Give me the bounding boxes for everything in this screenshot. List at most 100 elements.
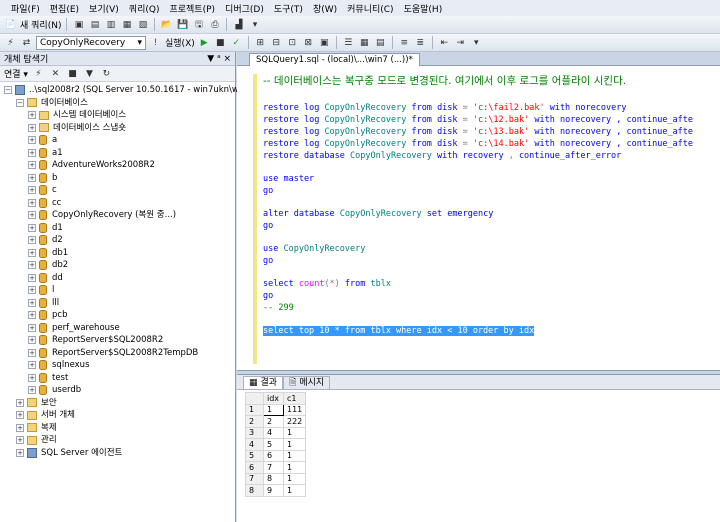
expand-icon[interactable]: + [28, 261, 36, 269]
collapse-icon[interactable]: − [16, 98, 24, 107]
expand-icon[interactable]: + [28, 198, 36, 207]
table-row[interactable]: 1 1 111 [245, 403, 307, 416]
database-select[interactable]: CopyOnlyRecovery ▾ [36, 35, 146, 50]
table-cell[interactable]: 2 [263, 415, 284, 428]
comment-icon[interactable]: ≡ [398, 36, 411, 49]
row-number[interactable]: 7 [245, 472, 264, 485]
tab-sqlquery1[interactable]: SQLQuery1.sql - (local)\...\win7 (...))* [249, 53, 420, 66]
table-cell[interactable]: 5 [263, 438, 284, 451]
filter-icon[interactable]: ▼ [83, 67, 96, 80]
tree-node-database[interactable]: + l [28, 284, 54, 296]
menu-item[interactable]: 보기(V) [84, 2, 124, 15]
connect-dropdown[interactable]: 연결 ▾ [4, 67, 28, 80]
expand-icon[interactable]: + [28, 236, 36, 244]
client-stats-icon[interactable]: ▣ [318, 36, 331, 49]
expand-icon[interactable]: + [28, 161, 36, 169]
tree-node-database[interactable]: + cc [28, 197, 61, 209]
tree-node-system-databases[interactable]: + 시스템 데이터베이스 [28, 109, 126, 121]
expand-icon[interactable]: + [28, 286, 36, 294]
change-connection-icon[interactable]: ⇄ [20, 36, 33, 49]
results-to-file-icon[interactable]: ▤ [374, 36, 387, 49]
tab-messages[interactable]: 🗎 메시지 [283, 376, 331, 389]
mdx-query-icon[interactable]: ▥ [104, 18, 117, 31]
expand-icon[interactable]: + [28, 298, 36, 307]
tree-node-database[interactable]: + test [28, 372, 68, 384]
expand-icon[interactable]: + [16, 423, 24, 432]
query-designer-icon[interactable]: ⊟ [270, 36, 283, 49]
table-cell[interactable]: 1 [282, 461, 307, 474]
table-row[interactable]: 341 [245, 426, 307, 439]
table-cell[interactable]: 111 [282, 403, 307, 416]
execute-button[interactable]: 실행(X) [165, 36, 195, 49]
row-number[interactable]: 1 [245, 403, 264, 416]
table-cell[interactable]: 1 [282, 449, 307, 462]
expand-icon[interactable]: + [28, 361, 36, 369]
tree-node-databases[interactable]: − 데이터베이스 [16, 97, 88, 109]
tree-node-snapshots[interactable]: + 데이터베이스 스냅숏 [28, 122, 126, 134]
row-number[interactable]: 8 [245, 484, 264, 497]
expand-icon[interactable]: + [16, 448, 24, 457]
intellisense-icon[interactable]: ⊡ [286, 36, 299, 49]
menu-item[interactable]: 파일(F) [6, 2, 45, 15]
display-plan-icon[interactable]: ⊞ [254, 36, 267, 49]
execute-icon[interactable]: ! [149, 36, 162, 49]
parse-icon[interactable]: ✓ [230, 36, 243, 49]
expand-icon[interactable]: + [28, 386, 36, 394]
expand-icon[interactable]: + [28, 336, 36, 344]
tree-node-database[interactable]: + CopyOnlyRecovery (복원 중...) [28, 209, 176, 221]
query-editor[interactable]: -- 데이터베이스는 복구중 모드로 변경된다. 여기에서 이후 로그를 어플라… [237, 66, 720, 370]
table-cell[interactable]: 1 [282, 426, 307, 439]
tree-node-database[interactable]: + d2 [28, 234, 63, 246]
tree-node-database[interactable]: + db2 [28, 259, 68, 271]
menu-item[interactable]: 창(W) [308, 2, 342, 15]
collapse-icon[interactable]: − [4, 86, 12, 94]
results-to-grid-icon[interactable]: ▦ [358, 36, 371, 49]
table-row[interactable]: 561 [245, 449, 307, 462]
expand-icon[interactable]: + [28, 173, 36, 182]
increase-indent-icon[interactable]: ⇥ [454, 36, 467, 49]
expand-icon[interactable]: + [28, 348, 36, 357]
disconnect-icon[interactable]: ✕ [49, 67, 62, 80]
expand-icon[interactable]: + [28, 248, 36, 257]
menu-item[interactable]: 디버그(D) [220, 2, 269, 15]
table-row[interactable]: 451 [245, 438, 307, 451]
tree-node-server-folder[interactable]: + 보안 [16, 397, 57, 409]
tree-node-database[interactable]: + perf_warehouse [28, 322, 120, 334]
tree-node-server[interactable]: − ..\sql2008r2 (SQL Server 10.50.1617 - w… [4, 84, 255, 96]
new-query-button[interactable]: 새 쿼리(N) [20, 18, 61, 31]
expand-icon[interactable]: + [16, 398, 24, 407]
expand-icon[interactable]: + [16, 436, 24, 444]
table-cell[interactable]: 1 [282, 484, 307, 497]
table-cell[interactable]: 4 [263, 426, 284, 439]
column-header[interactable]: c1 [282, 392, 307, 405]
table-cell[interactable]: 222 [282, 415, 307, 428]
tree-node-database[interactable]: + pcb [28, 309, 67, 321]
toolbar-options-icon[interactable]: ▾ [470, 36, 483, 49]
tree-node-server-folder[interactable]: + 관리 [16, 434, 57, 446]
menu-item[interactable]: 쿼리(Q) [124, 2, 165, 15]
menu-item[interactable]: 도움말(H) [399, 2, 448, 15]
tree-node-database[interactable]: + dd [28, 272, 63, 284]
tree-node-database[interactable]: + sqlnexus [28, 359, 90, 371]
tree-node-server-folder[interactable]: + 복제 [16, 422, 57, 434]
tree-node-database[interactable]: + userdb [28, 384, 81, 396]
connect-icon[interactable]: ⚡ [4, 36, 17, 49]
table-cell[interactable]: 8 [263, 472, 284, 485]
stop-icon[interactable]: ■ [66, 67, 79, 80]
tree-node-server-folder[interactable]: + 서버 개체 [16, 409, 75, 421]
menu-item[interactable]: 프로젝트(P) [164, 2, 220, 15]
uncomment-icon[interactable]: ≣ [414, 36, 427, 49]
table-row[interactable]: 2 2 222 [245, 415, 307, 428]
activity-monitor-icon[interactable]: ▟ [232, 18, 245, 31]
tree-node-database[interactable]: + db1 [28, 247, 68, 259]
panel-pin-close-icons[interactable]: ▼ ᵃ × [207, 54, 231, 64]
sqlce-query-icon[interactable]: ▧ [136, 18, 149, 31]
expand-icon[interactable]: + [28, 186, 36, 194]
results-grid[interactable]: idx c1 1 1 111 2 2 222 3 4 1 4 5 1 5 6 1 6 7 1 7 8 1 8 9 1 [237, 390, 720, 522]
new-query-icon[interactable]: 📄 [4, 18, 17, 31]
table-cell[interactable]: 1 [282, 472, 307, 485]
tree-node-database[interactable]: + a1 [28, 147, 63, 159]
expand-icon[interactable]: + [16, 411, 24, 419]
expand-icon[interactable]: + [28, 323, 36, 332]
xmla-query-icon[interactable]: ▦ [120, 18, 133, 31]
